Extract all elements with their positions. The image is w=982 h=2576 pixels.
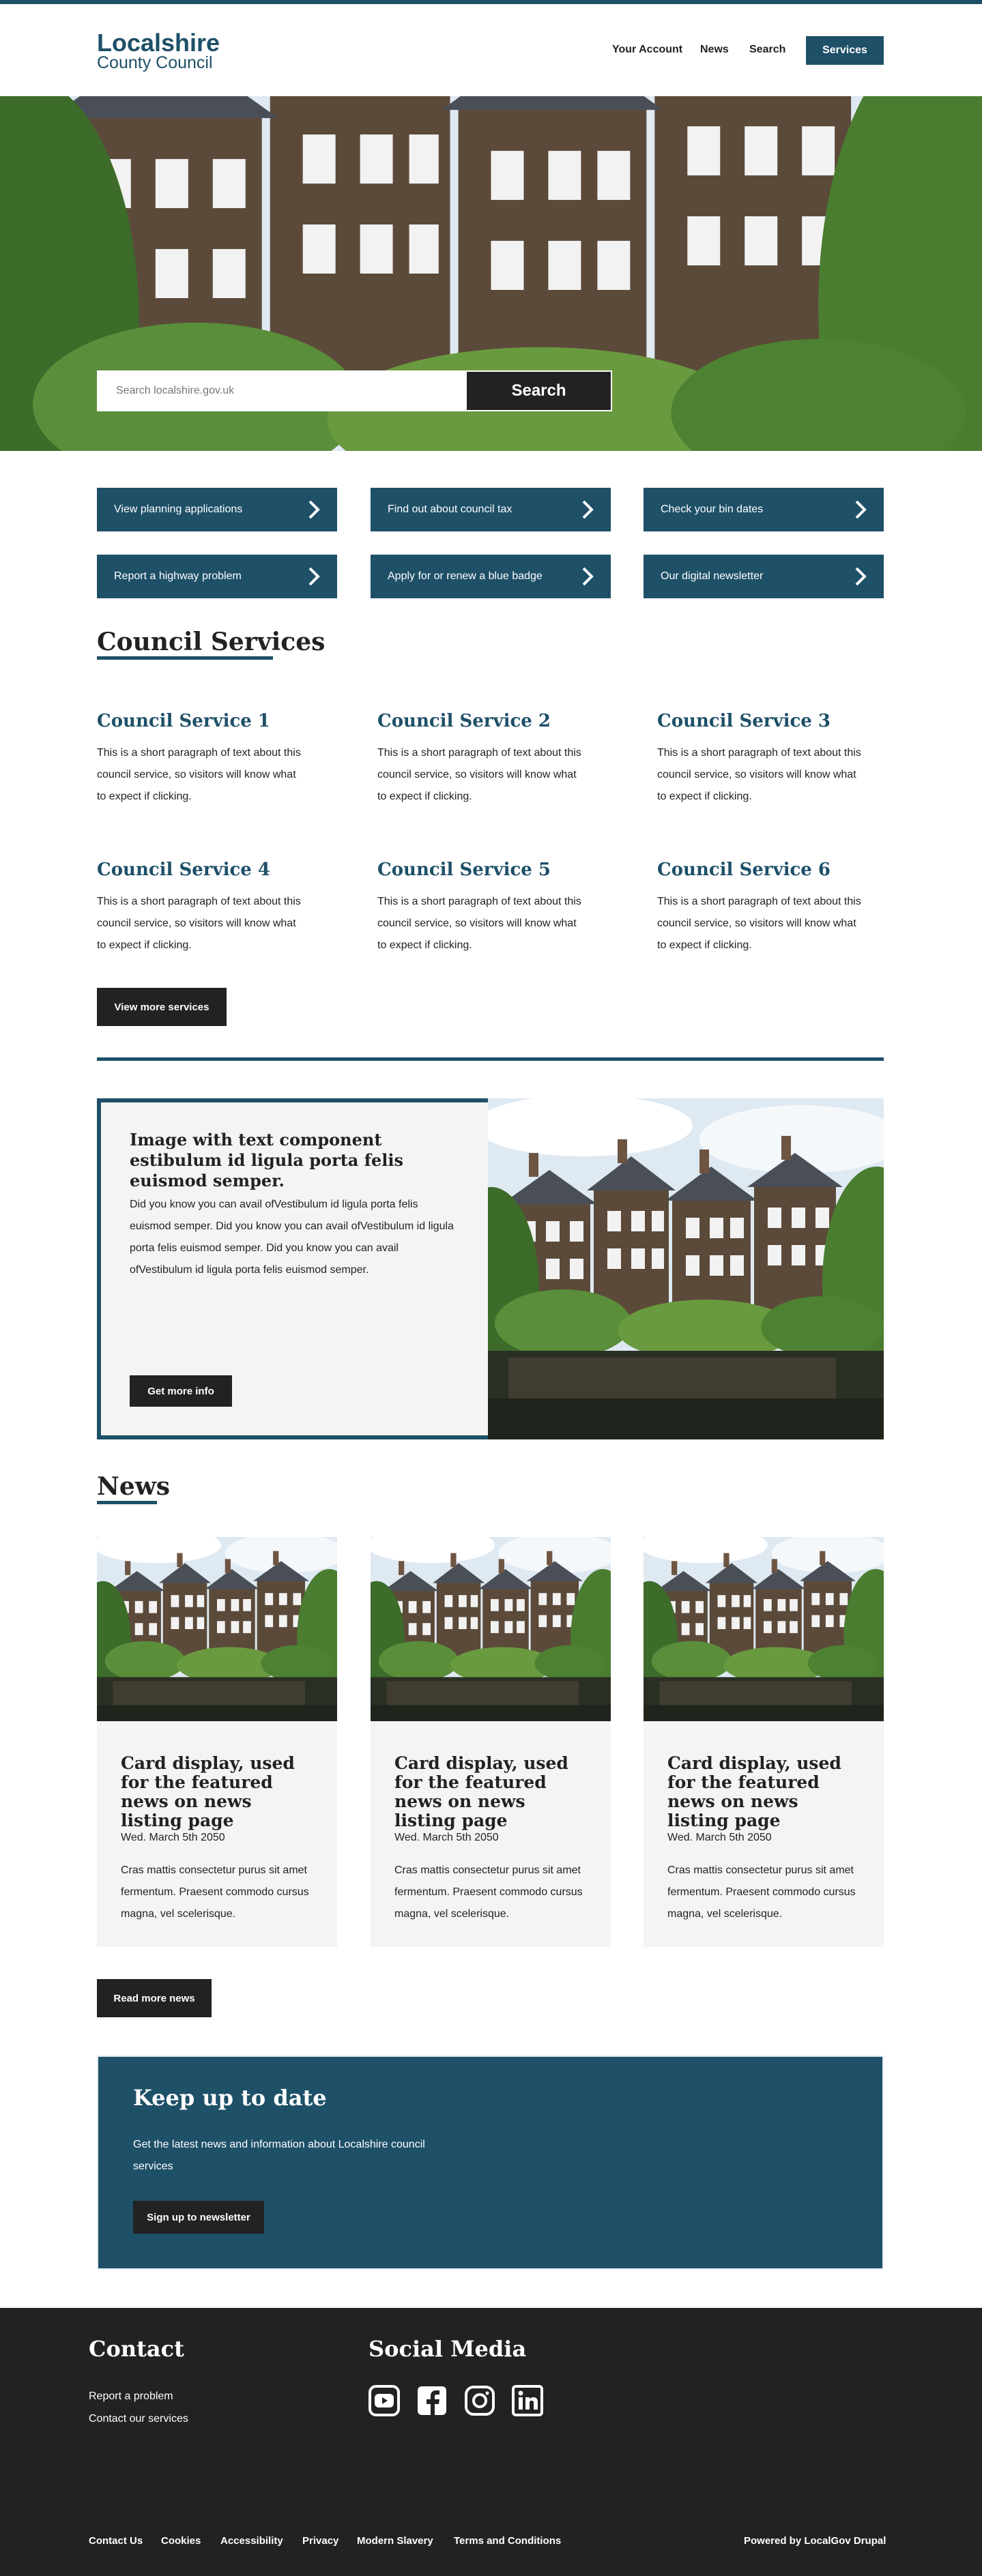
- quick-link-council-tax[interactable]: Find out about council tax: [371, 488, 611, 531]
- service-title-2[interactable]: Council Service 2: [377, 711, 551, 731]
- footer-contact-heading: Contact: [89, 2336, 184, 2362]
- news-card[interactable]: Card display, used for the featured news…: [97, 1537, 337, 1947]
- news-card-image: [371, 1537, 611, 1721]
- news-card[interactable]: Card display, used for the featured news…: [371, 1537, 611, 1947]
- service-text-4: This is a short paragraph of text about …: [97, 896, 301, 951]
- footer-bottom-privacy[interactable]: Privacy: [302, 2535, 338, 2547]
- newsletter-title: Keep up to date: [133, 2085, 327, 2111]
- feature-text: Did you know you can avail ofVestibulum …: [130, 1199, 454, 1276]
- footer-bottom-contact-us[interactable]: Contact Us: [89, 2535, 143, 2547]
- news-card-title[interactable]: Card display, used for the featured news…: [667, 1754, 865, 1830]
- news-card[interactable]: Card display, used for the featured news…: [644, 1537, 884, 1947]
- footer-social-heading: Social Media: [369, 2336, 527, 2362]
- quick-link-label: View planning applications: [114, 503, 243, 515]
- facebook-icon[interactable]: [416, 2385, 448, 2416]
- linkedin-icon[interactable]: [512, 2385, 543, 2416]
- heading-underline: [97, 656, 273, 660]
- footer-bottom-terms[interactable]: Terms and Conditions: [454, 2535, 561, 2547]
- quick-link-label: Find out about council tax: [388, 503, 512, 515]
- footer-powered-by[interactable]: Powered by LocalGov Drupal: [744, 2535, 886, 2547]
- news-card-image: [644, 1537, 884, 1721]
- service-text-6: This is a short paragraph of text about …: [657, 896, 861, 951]
- logo-subtitle[interactable]: County Council: [97, 53, 213, 73]
- service-title-5[interactable]: Council Service 5: [377, 860, 551, 880]
- service-text-3: This is a short paragraph of text about …: [657, 747, 861, 802]
- quick-link-newsletter[interactable]: Our digital newsletter: [644, 555, 884, 598]
- news-card-date: Wed. March 5th 2050: [121, 1832, 225, 1843]
- quick-link-highway[interactable]: Report a highway problem: [97, 555, 337, 598]
- footer-link-contact-services[interactable]: Contact our services: [89, 2413, 188, 2425]
- chevron-right-icon: [307, 500, 321, 519]
- news-card-text: Cras mattis consectetur purus sit amet f…: [394, 1864, 583, 1920]
- quick-link-bin-dates[interactable]: Check your bin dates: [644, 488, 884, 531]
- youtube-icon[interactable]: [369, 2385, 400, 2416]
- quick-link-planning[interactable]: View planning applications: [97, 488, 337, 531]
- feature-title: Image with text component estibulum id l…: [130, 1130, 404, 1190]
- hero-search-form: Search: [97, 370, 612, 411]
- instagram-icon[interactable]: [464, 2385, 495, 2416]
- news-card-text: Cras mattis consectetur purus sit amet f…: [667, 1864, 856, 1920]
- nav-search[interactable]: Search: [749, 44, 785, 56]
- chevron-right-icon: [854, 567, 867, 586]
- chevron-right-icon: [581, 567, 594, 586]
- hero-banner: Search: [0, 96, 982, 451]
- news-heading: News: [97, 1472, 171, 1501]
- get-more-info-button[interactable]: Get more info: [130, 1375, 232, 1407]
- news-card-title[interactable]: Card display, used for the featured news…: [394, 1754, 592, 1830]
- service-title-3[interactable]: Council Service 3: [657, 711, 831, 731]
- news-card-title[interactable]: Card display, used for the featured news…: [121, 1754, 319, 1830]
- quick-link-label: Our digital newsletter: [661, 570, 764, 582]
- news-card-date: Wed. March 5th 2050: [394, 1832, 499, 1843]
- service-title-1[interactable]: Council Service 1: [97, 711, 270, 731]
- service-text-2: This is a short paragraph of text about …: [377, 747, 581, 802]
- read-more-news-button[interactable]: Read more news: [97, 1979, 212, 2017]
- nav-your-account[interactable]: Your Account: [612, 44, 682, 56]
- footer-bottom-accessibility[interactable]: Accessibility: [220, 2535, 283, 2547]
- heading-underline: [97, 1501, 157, 1504]
- news-card-image: [97, 1537, 337, 1721]
- nav-news[interactable]: News: [700, 44, 729, 56]
- view-more-services-button[interactable]: View more services: [97, 988, 227, 1026]
- top-accent-bar: [0, 0, 982, 4]
- nav-services-button[interactable]: Services: [806, 36, 884, 65]
- services-heading: Council Services: [97, 628, 326, 656]
- search-input[interactable]: [97, 370, 465, 411]
- quick-link-label: Check your bin dates: [661, 503, 764, 515]
- chevron-right-icon: [581, 500, 594, 519]
- chevron-right-icon: [854, 500, 867, 519]
- footer-bottom-cookies[interactable]: Cookies: [161, 2535, 201, 2547]
- feature-image: [488, 1098, 884, 1439]
- newsletter-signup-button[interactable]: Sign up to newsletter: [133, 2201, 264, 2234]
- chevron-right-icon: [307, 567, 321, 586]
- quick-link-label: Apply for or renew a blue badge: [388, 570, 543, 582]
- footer-link-report-problem[interactable]: Report a problem: [89, 2390, 173, 2403]
- footer-bottom-modern-slavery[interactable]: Modern Slavery: [357, 2535, 433, 2547]
- section-divider: [97, 1057, 884, 1061]
- service-title-4[interactable]: Council Service 4: [97, 860, 270, 880]
- newsletter-text: Get the latest news and information abou…: [133, 2139, 425, 2172]
- service-text-5: This is a short paragraph of text about …: [377, 896, 581, 951]
- service-title-6[interactable]: Council Service 6: [657, 860, 831, 880]
- quick-link-blue-badge[interactable]: Apply for or renew a blue badge: [371, 555, 611, 598]
- news-card-date: Wed. March 5th 2050: [667, 1832, 772, 1843]
- quick-link-label: Report a highway problem: [114, 570, 242, 582]
- search-button[interactable]: Search: [465, 370, 612, 411]
- service-text-1: This is a short paragraph of text about …: [97, 747, 301, 802]
- news-card-text: Cras mattis consectetur purus sit amet f…: [121, 1864, 309, 1920]
